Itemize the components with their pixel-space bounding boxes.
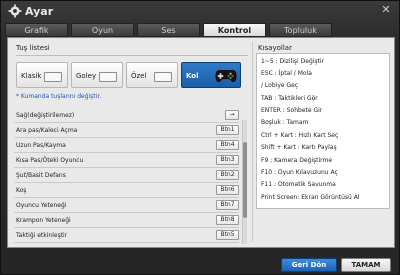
gamepad-icon (215, 70, 237, 82)
remap-note: * Kumanda tuşlarını değiştir. (16, 93, 102, 100)
title-bar: Ayar ✕ (1, 1, 399, 23)
key-binding-button[interactable]: → (225, 110, 239, 120)
preset-label: Goley (76, 72, 97, 80)
key-binding-button[interactable]: Btn8 (216, 215, 239, 225)
shortcut-line: Print Screen: Ekran Görüntüsü Al (261, 194, 360, 201)
tab-ses[interactable]: Ses (137, 23, 200, 37)
key-binding-button[interactable]: Btn4 (216, 140, 239, 150)
list-item[interactable]: Krampon Yeteneği Btn8 (14, 213, 239, 228)
keyboard-icon (99, 72, 117, 82)
list-item[interactable]: Uzun Pas/Kayma Btn4 (14, 138, 239, 153)
action-name: Oyuncu Yeteneği (16, 202, 67, 209)
action-name: Koş (16, 187, 27, 194)
preset-label: Kol (186, 72, 199, 80)
tab-grafik[interactable]: Grafik (5, 23, 68, 37)
shortcut-line: F11 : Otomatik Savunma (261, 181, 336, 188)
keyboard-icon (44, 72, 62, 82)
scrollbar-thumb[interactable] (243, 142, 247, 218)
list-item[interactable]: Taktiği etkinleştir Btn5 (14, 228, 239, 243)
ok-button[interactable]: TAMAM (341, 258, 391, 272)
tab-oyun[interactable]: Oyun (71, 23, 134, 37)
shortcut-line: 1~5 : Dizilişi Değiştir (261, 58, 325, 65)
key-list-title: Tuş listesi (16, 44, 50, 52)
list-item[interactable]: Kısa Pas/Öteki Oyuncu Btn3 (14, 153, 239, 168)
preset-ozel-button[interactable]: Özel (126, 62, 178, 88)
key-binding-button[interactable]: Btn5 (216, 230, 239, 240)
shortcut-line: Shift + Kart : Kartı Paylaş (261, 144, 337, 151)
key-binding-button[interactable]: Btn3 (216, 155, 239, 165)
shortcut-line: TAB : Taktikleri Gör (261, 95, 318, 102)
shortcut-line: F10 : Oyun Kılavuzunu Aç (261, 169, 338, 176)
shortcuts-box: 1~5 : Dizilişi Değiştir ESC : İptal / Mo… (256, 53, 390, 209)
action-name: Sağ(değiştirilemez) (16, 112, 75, 119)
tab-topluluk[interactable]: Topluluk (269, 23, 332, 37)
back-button[interactable]: Geri Dön (281, 258, 337, 272)
list-item[interactable]: Koş Btn6 (14, 183, 239, 198)
keyboard-icon (154, 72, 172, 82)
shortcut-line: / Lobiye Geç (261, 82, 299, 89)
scrollbar[interactable] (242, 120, 247, 244)
divider (252, 42, 253, 242)
action-name: Şut/Basit Defans (16, 172, 66, 179)
list-item[interactable]: Sağ(değiştirilemez) → (14, 108, 239, 123)
list-item[interactable]: Ara pas/Kaleci Açma Btn1 (14, 123, 239, 138)
shortcuts-title: Kısayollar (258, 44, 292, 52)
action-name: Ara pas/Kaleci Açma (16, 127, 78, 134)
gear-icon (8, 4, 22, 18)
preset-goley-button[interactable]: Goley (71, 62, 123, 88)
preset-klasik-button[interactable]: Klasik (16, 62, 68, 88)
shortcut-line: Ctrl + Kart : Hızlı Kart Seç (261, 132, 339, 139)
action-name: Uzun Pas/Kayma (16, 142, 66, 149)
key-binding-button[interactable]: Btn2 (216, 170, 239, 180)
close-icon[interactable]: ✕ (380, 4, 392, 16)
key-binding-list: Sağ(değiştirilemez) → Ara pas/Kaleci Açm… (14, 108, 247, 246)
key-binding-button[interactable]: Btn6 (216, 185, 239, 195)
key-binding-button[interactable]: Btn7 (216, 200, 239, 210)
list-item[interactable]: Oyuncu Yeteneği Btn7 (14, 198, 239, 213)
action-name: Taktiği etkinleştir (16, 232, 68, 239)
settings-window: Ayar ✕ Grafik Oyun Ses Kontrol Topluluk … (0, 0, 400, 275)
preset-label: Klasik (21, 72, 42, 80)
preset-kol-button[interactable]: Kol (181, 62, 241, 88)
window-title: Ayar (25, 5, 54, 18)
divider (16, 55, 248, 56)
list-item[interactable]: Şut/Basit Defans Btn2 (14, 168, 239, 183)
control-panel: Tuş listesi Klasik Goley Özel Kol * Kuma… (7, 37, 395, 248)
tab-kontrol[interactable]: Kontrol (203, 23, 266, 37)
action-name: Krampon Yeteneği (16, 217, 71, 224)
action-name: Kısa Pas/Öteki Oyuncu (16, 157, 84, 164)
shortcut-line: Boşluk : Tamam (261, 119, 309, 126)
shortcut-line: ENTER : Sohbete Gir (261, 107, 323, 114)
shortcut-line: F9 : Kamera Değiştirme (261, 157, 333, 164)
preset-label: Özel (131, 72, 147, 80)
key-binding-button[interactable]: Btn1 (216, 125, 239, 135)
shortcut-line: ESC : İptal / Mola (261, 70, 312, 77)
